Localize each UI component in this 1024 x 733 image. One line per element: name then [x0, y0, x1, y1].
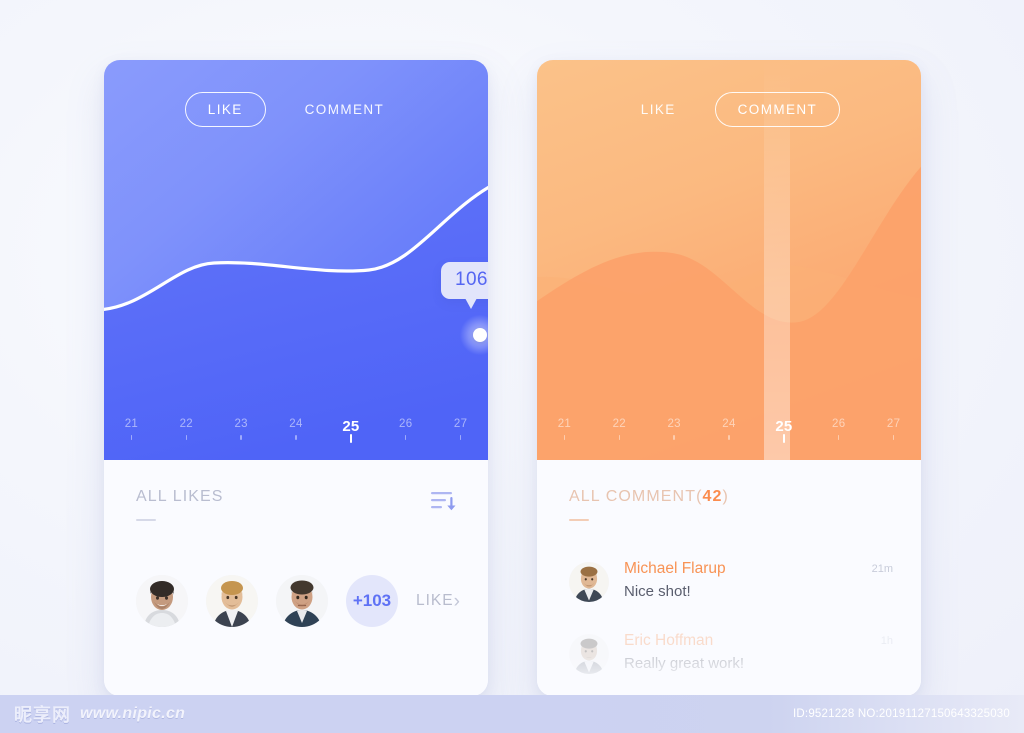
axis-tick: [240, 435, 242, 440]
axis-item[interactable]: 21: [537, 414, 592, 460]
tab-like[interactable]: LIKE: [618, 92, 699, 127]
comments-card: LIKE COMMENT 21 22 23 24 25 26 27 ALL CO…: [537, 60, 921, 696]
likers-row: +103 LIKE ›: [136, 575, 460, 627]
tab-comment[interactable]: COMMENT: [714, 92, 841, 127]
chevron-right-icon[interactable]: ›: [454, 592, 460, 611]
comment-author[interactable]: Eric Hoffman: [624, 632, 871, 650]
axis-tick-current: [782, 434, 786, 443]
axis-tick: [563, 435, 566, 440]
watermark-bar: 昵享网 www.nipic.cn ID:9521228 NO:201911271…: [0, 695, 1024, 733]
axis-label: 22: [612, 418, 626, 430]
tab-comment[interactable]: COMMENT: [282, 92, 408, 127]
axis-label: 21: [557, 418, 572, 430]
likes-panel-head: ALL LIKES: [136, 460, 456, 521]
axis-tick: [728, 435, 730, 440]
comments-panel-head: ALL COMMENT(42): [569, 460, 889, 521]
axis-tick: [892, 435, 895, 440]
axis-tick: [404, 435, 407, 440]
axis-label: 21: [124, 418, 139, 430]
likes-panel-underline: [136, 519, 156, 521]
axis-item[interactable]: 22: [592, 414, 647, 460]
axis-item[interactable]: 21: [104, 414, 159, 460]
comment-text: Really great work!: [624, 655, 745, 672]
comment-body: Michael Flarup Nice shot!: [624, 560, 862, 600]
axis-tick: [130, 435, 133, 440]
comment-timestamp: 1h: [880, 635, 893, 647]
avatar[interactable]: [276, 575, 328, 627]
axis-tick-current: [349, 434, 353, 443]
axis-label: 23: [234, 418, 248, 430]
avatar[interactable]: [136, 575, 188, 627]
axis-item[interactable]: 26: [378, 414, 433, 460]
axis-item[interactable]: 23: [214, 414, 269, 460]
comments-tabs: LIKE COMMENT: [537, 92, 921, 127]
axis-label: 24: [289, 418, 303, 430]
axis-tick: [459, 435, 462, 440]
comments-panel: ALL COMMENT(42) Michael Flarup Nice shot…: [537, 460, 921, 696]
likes-tooltip: 106: [441, 262, 488, 309]
comment-text: Nice shot!: [624, 583, 691, 600]
axis-tick: [618, 435, 621, 440]
axis-item[interactable]: 22: [159, 414, 214, 460]
watermark-url: www.nipic.cn: [80, 705, 186, 722]
avatar[interactable]: [206, 575, 258, 627]
axis-label: 26: [832, 418, 846, 430]
axis-item-current[interactable]: 25: [756, 414, 811, 460]
comment-list: Michael Flarup Nice shot! 21m Eric Hoffm…: [569, 560, 893, 696]
axis-label: 27: [886, 418, 901, 430]
axis-tick: [673, 435, 675, 440]
axis-label-current: 25: [775, 418, 793, 435]
comment-author[interactable]: Michael Flarup: [624, 560, 862, 578]
avatar[interactable]: [569, 562, 609, 602]
likes-chart-hero: LIKE COMMENT 106 21 22 23 24 25 26 27: [104, 60, 488, 460]
axis-item[interactable]: 24: [269, 414, 324, 460]
likes-panel-title: ALL LIKES: [136, 488, 224, 505]
likes-data-point[interactable]: [473, 328, 487, 342]
likes-axis: 21 22 23 24 25 26 27: [104, 414, 488, 460]
comments-chart-hero: LIKE COMMENT 21 22 23 24 25 26 27: [537, 60, 921, 460]
watermark-logo: 昵享网: [14, 705, 71, 725]
likes-tabs: LIKE COMMENT: [104, 92, 488, 127]
axis-tick: [185, 435, 188, 440]
avatar[interactable]: [569, 634, 609, 674]
axis-tick: [295, 435, 297, 440]
comments-axis: 21 22 23 24 25 26 27: [537, 414, 921, 460]
axis-label: 26: [399, 418, 413, 430]
likes-tooltip-value: 106: [441, 262, 488, 299]
likes-panel: ALL LIKES +103 LIKE ›: [104, 460, 488, 696]
watermark-id: ID:9521228 NO:20191127150643325030: [793, 708, 1010, 720]
comment-row[interactable]: Eric Hoffman Really great work! 1h: [569, 632, 893, 674]
axis-label: 24: [722, 418, 736, 430]
axis-label: 22: [179, 418, 193, 430]
comment-timestamp: 21m: [871, 563, 893, 575]
comments-panel-title: ALL COMMENT(42): [569, 488, 889, 506]
axis-label: 27: [453, 418, 468, 430]
tab-like[interactable]: LIKE: [184, 92, 266, 127]
axis-item[interactable]: 27: [433, 414, 488, 460]
axis-item-current[interactable]: 25: [323, 414, 378, 460]
likes-tooltip-tail: [465, 298, 478, 309]
more-likers-badge[interactable]: +103: [346, 575, 398, 627]
comments-panel-underline: [569, 519, 589, 521]
axis-item[interactable]: 23: [647, 414, 702, 460]
axis-tick: [837, 435, 840, 440]
likes-card: LIKE COMMENT 106 21 22 23 24 25 26 27 AL…: [104, 60, 488, 696]
axis-item[interactable]: 24: [702, 414, 757, 460]
axis-label: 23: [667, 418, 681, 430]
axis-label-current: 25: [342, 418, 360, 435]
comments-title-prefix: ALL COMMENT(: [569, 488, 703, 505]
comment-row[interactable]: Michael Flarup Nice shot! 21m: [569, 560, 893, 602]
axis-item[interactable]: 26: [811, 414, 866, 460]
like-label: LIKE: [416, 592, 454, 609]
comments-title-suffix: ): [722, 488, 729, 505]
comments-count: 42: [702, 488, 723, 505]
sort-descending-icon[interactable]: [430, 488, 458, 514]
axis-item[interactable]: 27: [866, 414, 921, 460]
comment-body: Eric Hoffman Really great work!: [624, 632, 871, 672]
